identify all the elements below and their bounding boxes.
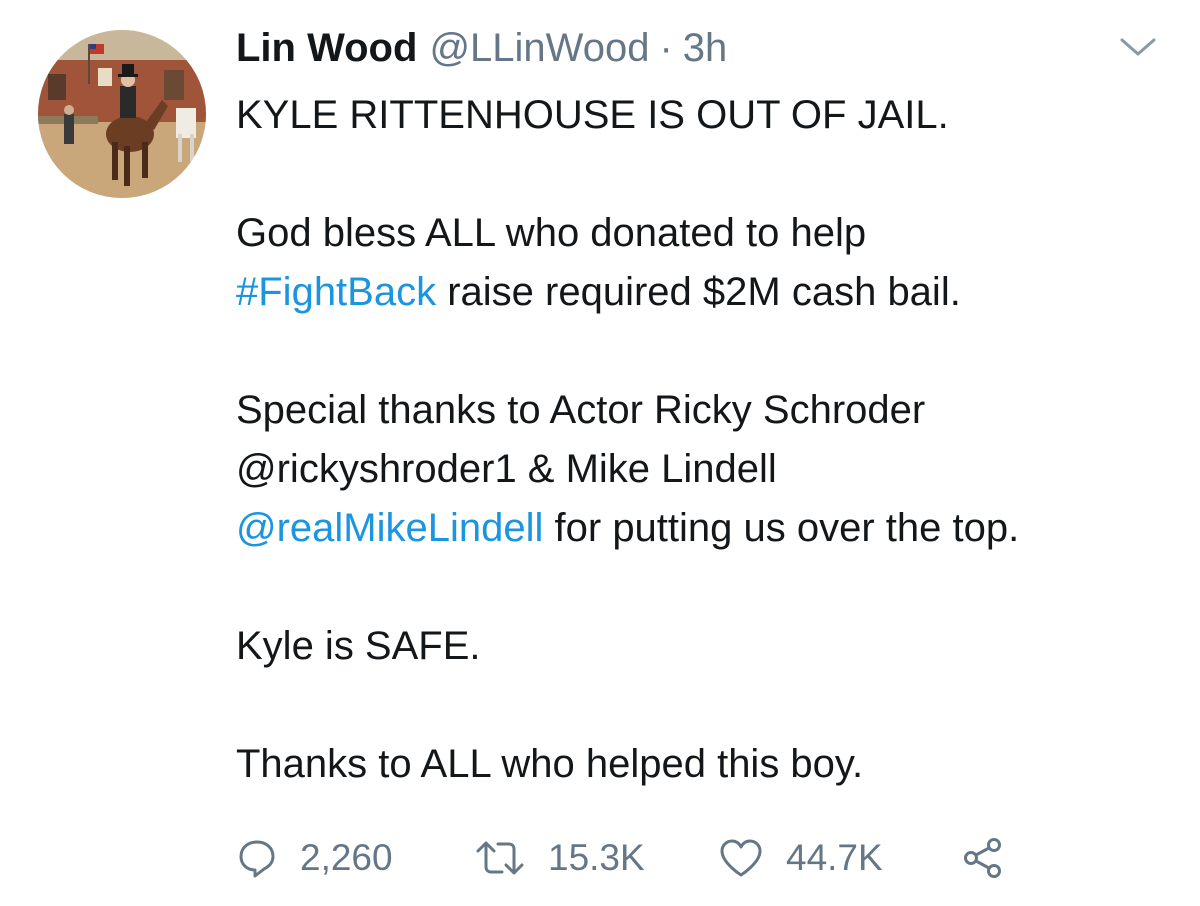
retweet-count: 15.3K <box>548 837 645 878</box>
avatar[interactable] <box>38 30 206 198</box>
reply-button[interactable]: 2,260 <box>236 832 393 884</box>
tweet-paragraph: #FightBack raise required $2M cash bail. <box>236 263 1176 322</box>
mention-link[interactable]: @realMikeLindell <box>236 506 543 550</box>
hashtag-link[interactable]: #FightBack <box>236 270 436 314</box>
tweet-paragraph: KYLE RITTENHOUSE IS OUT OF JAIL. <box>236 93 949 137</box>
tweet-header: Lin Wood @LLinWood · 3h <box>236 26 727 78</box>
share-icon <box>964 838 1001 878</box>
retweet-button[interactable]: 15.3K <box>474 832 645 884</box>
tweet-paragraph: Thanks to ALL who helped this boy. <box>236 742 864 786</box>
display-name[interactable]: Lin Wood <box>236 26 417 71</box>
tweet-paragraph: Special thanks to Actor Ricky Schroder <box>236 388 926 432</box>
tweet-paragraph: Kyle is SAFE. <box>236 624 481 668</box>
tweet-paragraph: God bless ALL who donated to help <box>236 211 867 255</box>
tweet-text-segment: for putting us over the top. <box>543 506 1020 550</box>
speech-bubble-icon <box>239 840 275 878</box>
painting-horse-rider-avatar <box>38 30 206 198</box>
tweet-text: KYLE RITTENHOUSE IS OUT OF JAIL. God ble… <box>236 86 1176 794</box>
heart-icon <box>720 839 762 877</box>
retweet-icon <box>476 841 524 875</box>
user-handle[interactable]: @LLinWood <box>429 26 649 71</box>
separator-dot: · <box>659 26 673 70</box>
reply-count: 2,260 <box>300 837 393 878</box>
tweet-actions: 2,260 15.3K 44.7K <box>236 832 1136 884</box>
like-button[interactable]: 44.7K <box>718 832 883 884</box>
tweet-paragraph: @realMikeLindell for putting us over the… <box>236 499 1176 558</box>
chevron-down-icon[interactable] <box>1118 36 1158 60</box>
timestamp[interactable]: 3h <box>683 26 728 71</box>
tweet: Lin Wood @LLinWood · 3h KYLE RITTENHOUSE… <box>0 0 1200 906</box>
share-button[interactable] <box>962 832 1006 884</box>
tweet-paragraph: @rickyshroder1 & Mike Lindell <box>236 447 777 491</box>
tweet-text-segment: raise required $2M cash bail. <box>436 270 961 314</box>
like-count: 44.7K <box>786 837 883 878</box>
